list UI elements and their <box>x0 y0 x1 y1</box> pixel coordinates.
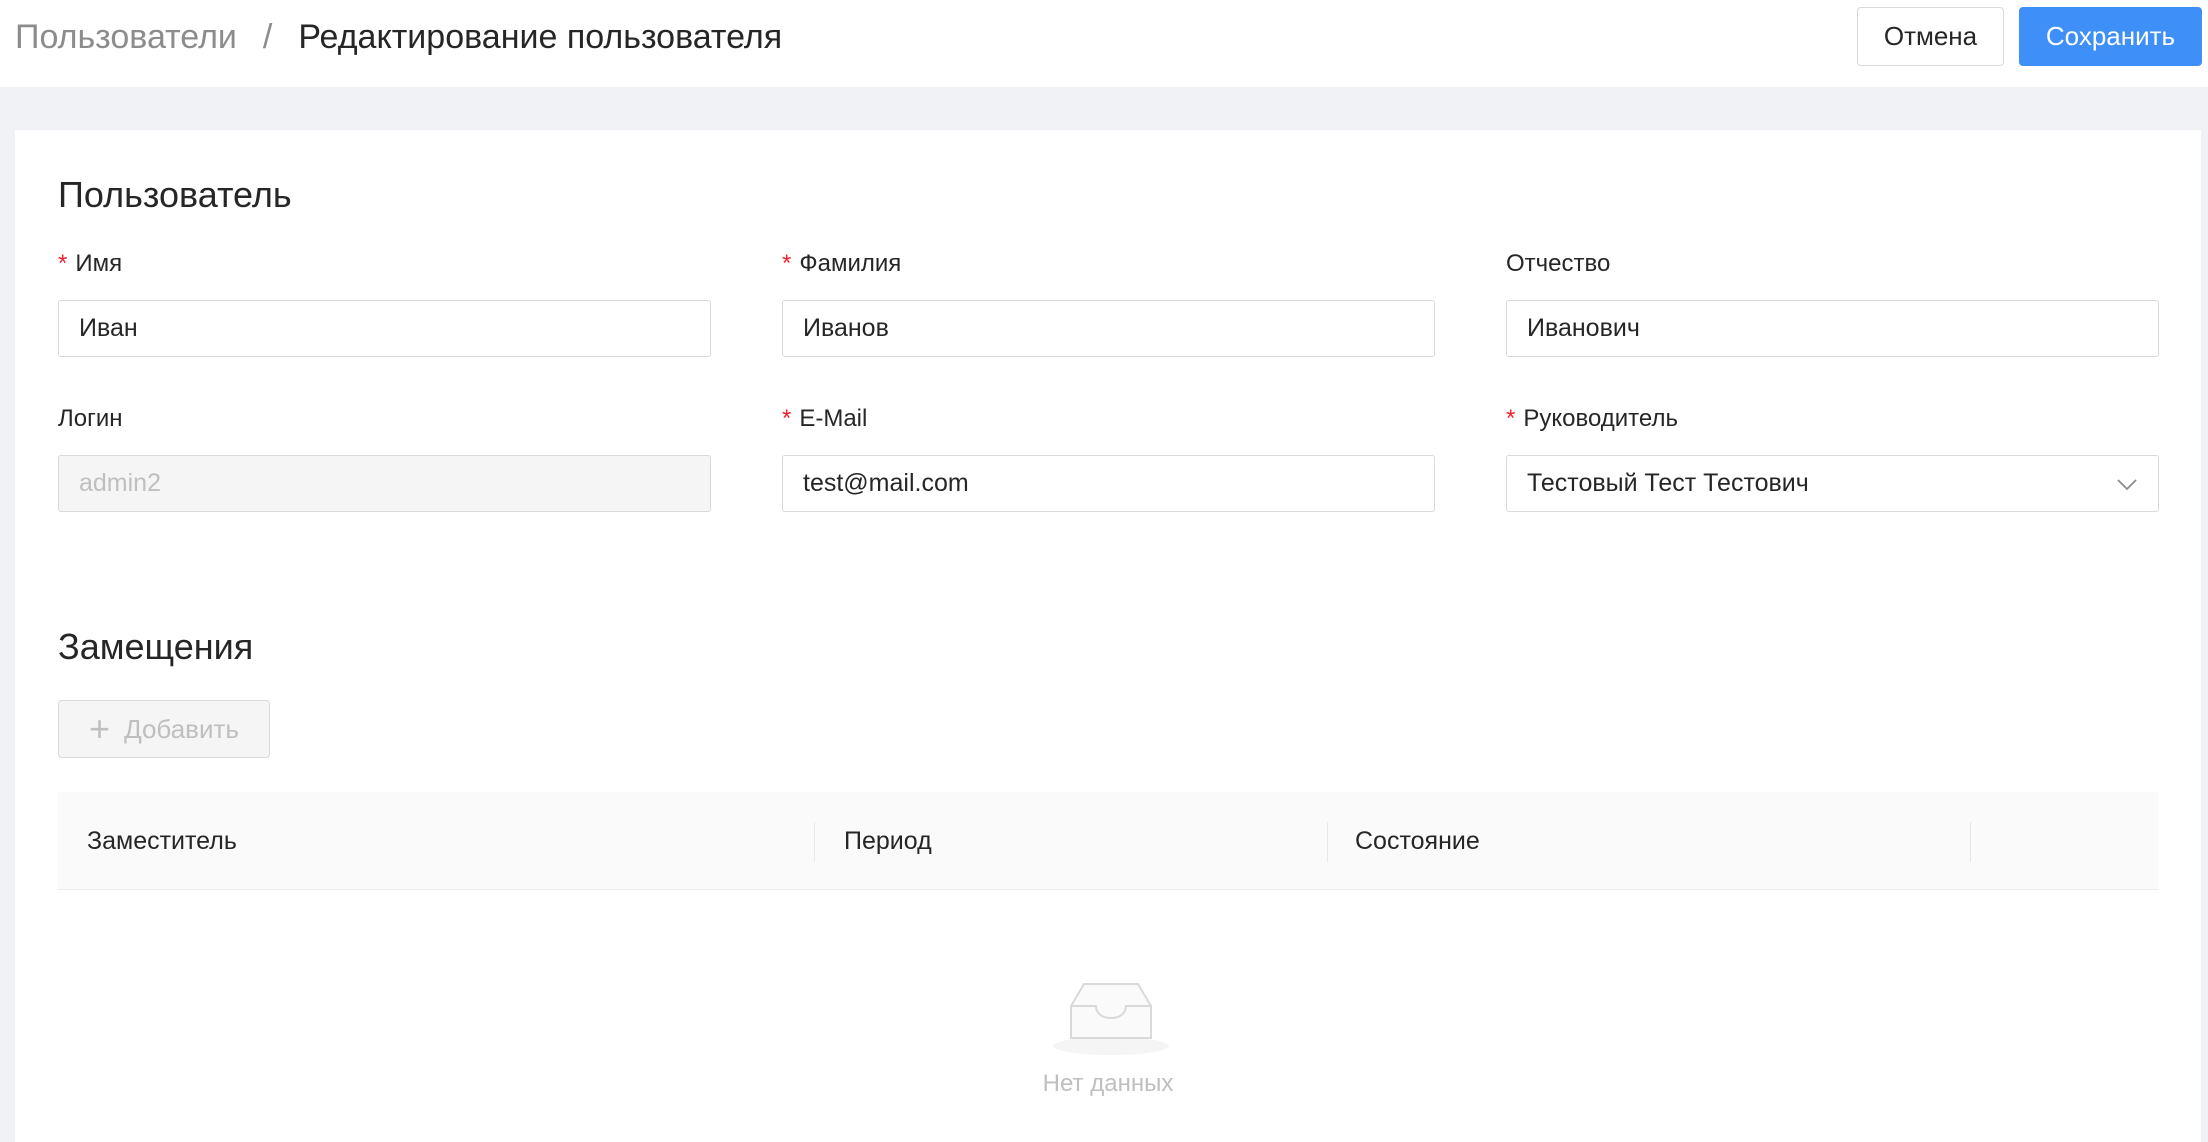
last-name-label: * Фамилия <box>782 250 902 277</box>
login-label: Логин <box>58 405 123 432</box>
last-name-field[interactable]: Иванов <box>782 300 1435 357</box>
middle-name-label: Отчество <box>1506 250 1611 277</box>
empty-inbox-icon <box>1053 983 1169 1055</box>
email-label: * E-Mail <box>782 405 868 432</box>
required-mark: * <box>782 250 792 277</box>
substitutions-table-header: Заместитель Период Состояние <box>58 792 2158 890</box>
column-divider <box>1327 822 1328 862</box>
manager-select[interactable]: Тестовый Тест Тестович <box>1506 455 2159 512</box>
chevron-down-icon <box>2117 479 2137 491</box>
breadcrumb-users-link[interactable]: Пользователи <box>15 18 237 57</box>
column-divider <box>814 822 815 862</box>
breadcrumb-separator: / <box>262 17 273 56</box>
page-header: Пользователи / Редактирование пользовате… <box>0 0 2208 87</box>
email-field[interactable]: test@mail.com <box>782 455 1435 512</box>
required-mark: * <box>58 250 68 277</box>
cancel-button[interactable]: Отмена <box>1857 7 2004 66</box>
middle-name-field[interactable]: Иванович <box>1506 300 2159 357</box>
empty-state-text: Нет данных <box>1042 1070 1174 1097</box>
manager-label: * Руководитель <box>1506 405 1678 432</box>
required-mark: * <box>1506 405 1516 432</box>
substitutions-section-title: Замещения <box>58 626 254 667</box>
column-divider <box>1970 822 1971 862</box>
save-button[interactable]: Сохранить <box>2019 7 2202 66</box>
column-header-state[interactable]: Состояние <box>1355 792 1480 890</box>
user-section-title: Пользователь <box>58 174 292 215</box>
page-title: Редактирование пользователя <box>298 17 783 56</box>
breadcrumb: Пользователи / Редактирование пользовате… <box>15 14 782 60</box>
first-name-label: * Имя <box>58 250 123 277</box>
login-field: admin2 <box>58 455 711 512</box>
column-header-deputy[interactable]: Заместитель <box>87 792 237 890</box>
required-mark: * <box>782 405 792 432</box>
user-edit-card: Пользователь * Имя * Фамилия Отчество Иван… <box>15 130 2201 1142</box>
add-substitution-button[interactable]: + Добавить <box>58 700 270 758</box>
column-header-period[interactable]: Период <box>844 792 932 890</box>
plus-icon: + <box>89 708 111 749</box>
first-name-field[interactable]: Иван <box>58 300 711 357</box>
